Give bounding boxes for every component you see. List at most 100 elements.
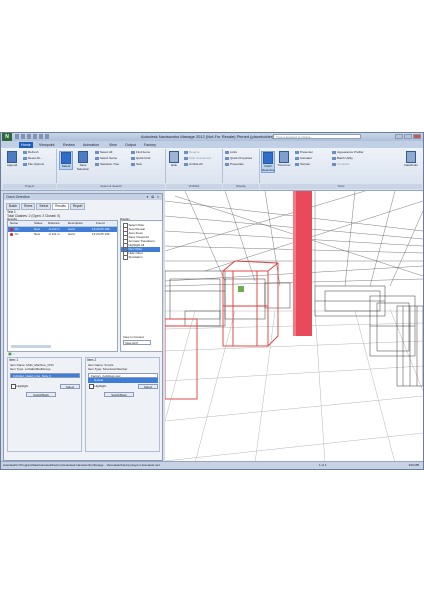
print-icon[interactable] [45,134,49,139]
presenter-button[interactable]: Presenter [295,150,313,155]
ribbon-group-label: Tools [260,184,422,189]
ribbon-group-label: Display [223,184,259,189]
datatools-icon [406,151,416,163]
sets-icon [131,162,135,166]
new-file-icon[interactable] [15,134,19,139]
checkbox[interactable] [89,384,94,389]
3d-viewport[interactable] [165,191,423,463]
quick-properties-icon [225,156,229,160]
file-options-icon [23,162,27,166]
item2-select-button[interactable]: Select [138,384,158,389]
item1-select-button[interactable]: Select [60,384,80,389]
option-simulation[interactable]: Simulation [123,255,143,260]
clash-status-icon [10,233,13,236]
ribbon: Append Refresh Reset All... File Options… [1,148,423,191]
file-path: Autodesk\C:\ProgramData\Autodesk\Factory… [3,463,160,467]
sheet-indicator[interactable]: 1 of 1 [319,462,327,469]
application-window: N Autodesk Navisworks Manage 2012 (Not F… [0,132,424,470]
panel-window-controls[interactable]: ▾ ⊠ × [147,194,160,200]
column-found[interactable]: Found [96,221,105,226]
hide-button[interactable]: Hide [167,151,181,168]
file-options-button[interactable]: File Options [23,162,44,167]
hide-icon [169,151,179,163]
clash-group-icon[interactable]: ▣ ◌ [8,352,15,356]
open-file-icon[interactable] [21,134,25,139]
ribbon-group-select-search: Select Save Selection Select All Select … [57,149,166,189]
items-section: Item 1 Item Name: Multi_Machine_CNC Item… [7,357,161,453]
select-same-icon [95,156,99,160]
item2-type: Item Type: Structural Member [88,367,128,371]
appearance-profiler-button[interactable]: Appearance Profiler [332,150,364,155]
refresh-button[interactable]: Refresh [23,150,39,155]
column-name[interactable]: Name [10,221,18,226]
scripter-button[interactable]: Scripter [295,162,310,167]
require-button[interactable]: Require [184,150,200,155]
hide-unselected-button[interactable]: Hide Unselected [184,156,211,161]
status-bar: Autodesk\C:\ProgramData\Autodesk\Factory… [1,461,423,469]
table-row[interactable]: Cl... New -0.141 m Hard 13:24:05 1/8/... [8,232,117,237]
tab-select[interactable]: Select [36,203,52,210]
ribbon-group-label: Project [3,184,56,189]
redo-icon[interactable] [39,134,43,139]
properties-button[interactable]: Properties [225,162,244,167]
binoculars-icon [131,150,135,154]
selection-tree-icon [95,162,99,166]
clash-detective-button[interactable]: Clash Detective [261,151,275,173]
save-selection-button[interactable]: Save Selection [76,151,90,171]
reset-icon [23,156,27,160]
unhide-all-button[interactable]: Unhide All [184,162,203,167]
column-description[interactable]: Description [68,221,83,226]
item1-switchback-button[interactable]: SwitchBack [26,392,56,397]
quick-properties-button[interactable]: Quick Properties [225,156,252,161]
animator-button[interactable]: Animator [295,156,312,161]
select-all-button[interactable]: Select All [95,150,112,155]
quick-access-toolbar [15,134,49,139]
clash-detective-panel: Clash Detective ▾ ⊠ × Batch Rules Select… [3,193,163,461]
checkbox[interactable] [123,255,128,260]
compare-button[interactable]: Compare [332,162,349,167]
timeliner-button[interactable]: TimeLiner [277,151,291,168]
checkbox[interactable] [11,384,16,389]
column-distance[interactable]: Distance [48,221,60,226]
column-status[interactable]: Status [34,221,43,226]
datatools-button[interactable]: DataTools [404,151,418,168]
animator-icon [295,156,299,160]
tab-rules[interactable]: Rules [21,203,36,210]
help-search-input[interactable]: Type a keyword or phrase [273,134,361,139]
batch-utility-button[interactable]: Batch Utility [332,156,353,161]
clash-highlight [165,260,279,400]
find-items-button[interactable]: Find Items [131,150,150,155]
item2-highlight-checkbox[interactable]: Highlight [89,384,106,389]
links-button[interactable]: Links [225,150,237,155]
item2-switchback-button[interactable]: SwitchBack [104,392,134,397]
close-button[interactable] [413,134,421,139]
presenter-icon [295,150,299,154]
batch-utility-icon [332,156,336,160]
item1-tree-node[interactable]: Cylinder_Head_Line_New_F [10,373,80,378]
save-file-icon[interactable] [27,134,31,139]
maximize-button[interactable] [404,134,412,139]
item2-header: Item 2 [87,358,97,362]
item2-tree-child[interactable]: S-Cols [88,378,158,383]
ribbon-group-display: Links Quick Properties Properties Displa… [223,149,260,189]
sets-dropdown[interactable]: Sets [131,162,142,167]
application-logo[interactable]: N [2,133,12,141]
tab-report[interactable]: Report [69,203,86,210]
tab-batch[interactable]: Batch [6,203,21,210]
append-button[interactable]: Append [5,151,19,168]
reset-all-button[interactable]: Reset All... [23,156,42,161]
undo-icon[interactable] [33,134,37,139]
ribbon-group-label: Visibility [166,184,222,189]
select-button[interactable]: Select [59,151,73,170]
select-same-button[interactable]: Select Same [95,156,117,161]
window-controls [395,134,421,139]
factory-model-render [165,191,423,463]
quick-find-field[interactable]: Quick Find [131,156,150,161]
selection-tree-button[interactable]: Selection Tree [95,162,119,167]
tab-results[interactable]: Results [52,203,69,210]
minimize-button[interactable] [395,134,403,139]
view-in-context-select[interactable]: View All ▾ [123,340,151,345]
results-scrollbar[interactable] [11,345,51,348]
item1-box: Item 1 Item Name: Multi_Machine_CNC Item… [7,357,82,452]
item1-highlight-checkbox[interactable]: Highlight [11,384,28,389]
